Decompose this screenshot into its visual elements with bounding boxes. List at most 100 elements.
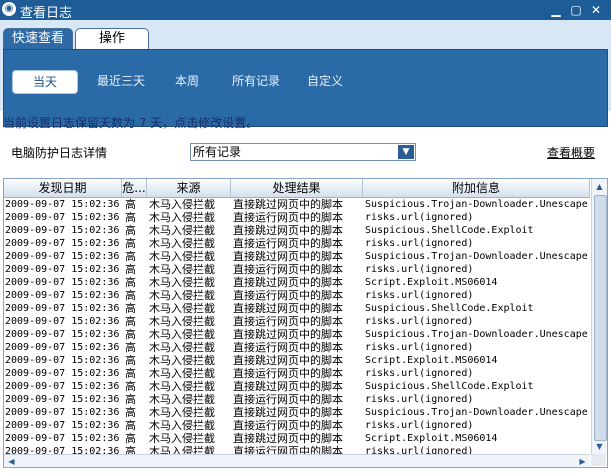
table-row[interactable]: 2009-09-07 15:02:36 高木马入侵拦截 直接运行网页中的脚本 risk… xyxy=(4,315,590,328)
cell-result: 直接跳过网页中的脚本 xyxy=(233,276,343,289)
cell-source: 木马入侵拦截 xyxy=(149,315,215,328)
table-row[interactable]: 2009-09-07 15:02:36 高木马入侵拦截 直接运行网页中的脚本 risk… xyxy=(4,289,590,302)
maximize-icon[interactable]: ▢ xyxy=(569,3,583,17)
filter-this-week[interactable]: 本周 xyxy=(164,70,210,92)
cell-result: 直接跳过网页中的脚本 xyxy=(233,250,343,263)
cell-result: 直接运行网页中的脚本 xyxy=(233,367,343,380)
table-row[interactable]: 2009-09-07 15:02:36 高木马入侵拦截 直接跳过网页中的脚本 Susp… xyxy=(4,380,590,393)
table-row[interactable]: 2009-09-07 15:02:36 高木马入侵拦截 直接跳过网页中的脚本 Susp… xyxy=(4,198,590,211)
cell-source: 木马入侵拦截 xyxy=(149,276,215,289)
scroll-right-icon[interactable]: ▶ xyxy=(576,455,589,467)
table-row[interactable]: 2009-09-07 15:02:36 高木马入侵拦截 直接运行网页中的脚本 risk… xyxy=(4,445,590,454)
table-row[interactable]: 2009-09-07 15:02:36 高木马入侵拦截 直接运行网页中的脚本 risk… xyxy=(4,341,590,354)
view-overview-link[interactable]: 查看概要 xyxy=(547,144,595,161)
scroll-corner xyxy=(591,454,606,466)
cell-source: 木马入侵拦截 xyxy=(149,328,215,341)
table-row[interactable]: 2009-09-07 15:02:36 高木马入侵拦截 直接运行网页中的脚本 risk… xyxy=(4,393,590,406)
cell-date: 2009-09-07 15:02:36 xyxy=(5,199,120,210)
cell-date: 2009-09-07 15:02:36 xyxy=(5,316,120,327)
cell-risk: 高 xyxy=(125,289,136,302)
cell-source: 木马入侵拦截 xyxy=(149,289,215,302)
cell-risk: 高 xyxy=(125,302,136,315)
cell-source: 木马入侵拦截 xyxy=(149,341,215,354)
table-body: 2009-09-07 15:02:36 高木马入侵拦截 直接跳过网页中的脚本 Susp… xyxy=(4,198,590,454)
cell-date: 2009-09-07 15:02:36 xyxy=(5,290,120,301)
table-row[interactable]: 2009-09-07 15:02:36 高木马入侵拦截 直接运行网页中的脚本 risk… xyxy=(4,211,590,224)
column-header-date[interactable]: 发现日期 xyxy=(4,179,122,197)
cell-risk: 高 xyxy=(125,224,136,237)
cell-info: Suspicious.Trojan-Downloader.Unescape. xyxy=(365,407,589,418)
minimize-icon[interactable]: ▁ xyxy=(549,3,563,17)
cell-risk: 高 xyxy=(125,315,136,328)
cell-risk: 高 xyxy=(125,406,136,419)
logo-icon: ◉ xyxy=(2,2,16,16)
table-row[interactable]: 2009-09-07 15:02:36 高木马入侵拦截 直接跳过网页中的脚本 Susp… xyxy=(4,224,590,237)
table-row[interactable]: 2009-09-07 15:02:36 高木马入侵拦截 直接跳过网页中的脚本 Scri… xyxy=(4,354,590,367)
table-row[interactable]: 2009-09-07 15:02:36 高木马入侵拦截 直接运行网页中的脚本 risk… xyxy=(4,419,590,432)
table-row[interactable]: 2009-09-07 15:02:36 高木马入侵拦截 直接跳过网页中的脚本 Susp… xyxy=(4,328,590,341)
cell-date: 2009-09-07 15:02:36 xyxy=(5,251,120,262)
cell-info: risks.url(ignored) xyxy=(365,420,474,431)
column-header-info[interactable]: 附加信息 xyxy=(363,179,590,197)
retention-notice[interactable]: 当前设置日志保留天数为 7 天，点击修改设置。 xyxy=(3,114,258,131)
chevron-down-icon[interactable]: ▼ xyxy=(398,145,414,159)
scroll-left-icon[interactable]: ◀ xyxy=(5,455,18,467)
cell-info: Suspicious.ShellCode.Exploit xyxy=(365,303,534,314)
cell-info: Suspicious.Trojan-Downloader.Unescape. xyxy=(365,199,589,210)
vertical-scrollbar[interactable]: ▲ ▼ xyxy=(591,179,607,454)
cell-date: 2009-09-07 15:02:36 xyxy=(5,303,120,314)
scroll-up-icon[interactable]: ▲ xyxy=(593,180,606,193)
table-row[interactable]: 2009-09-07 15:02:36 高木马入侵拦截 直接跳过网页中的脚本 Scri… xyxy=(4,432,590,445)
cell-info: Script.Exploit.MS06014 xyxy=(365,433,498,444)
column-header-risk[interactable]: 危... xyxy=(122,179,147,197)
table-row[interactable]: 2009-09-07 15:02:36 高木马入侵拦截 直接跳过网页中的脚本 Susp… xyxy=(4,250,590,263)
cell-result: 直接跳过网页中的脚本 xyxy=(233,198,343,211)
cell-result: 直接运行网页中的脚本 xyxy=(233,237,343,250)
column-header-source[interactable]: 来源 xyxy=(147,179,231,197)
title-bar: ◉ 查看日志 ▁ ▢ ✕ xyxy=(0,0,611,21)
select-value: 所有记录 xyxy=(193,145,242,159)
cell-risk: 高 xyxy=(125,445,136,454)
cell-info: Script.Exploit.MS06014 xyxy=(365,277,498,288)
cell-info: risks.url(ignored) xyxy=(365,264,474,275)
cell-date: 2009-09-07 15:02:36 xyxy=(5,342,120,353)
cell-risk: 高 xyxy=(125,198,136,211)
cell-date: 2009-09-07 15:02:36 xyxy=(5,394,120,405)
table-row[interactable]: 2009-09-07 15:02:36 高木马入侵拦截 直接跳过网页中的脚本 Susp… xyxy=(4,302,590,315)
table-row[interactable]: 2009-09-07 15:02:36 高木马入侵拦截 直接跳过网页中的脚本 Scri… xyxy=(4,276,590,289)
cell-result: 直接运行网页中的脚本 xyxy=(233,211,343,224)
scroll-down-icon[interactable]: ▼ xyxy=(593,440,606,453)
cell-risk: 高 xyxy=(125,276,136,289)
filter-last-three-days[interactable]: 最近三天 xyxy=(86,70,156,92)
close-icon[interactable]: ✕ xyxy=(589,3,603,17)
cell-source: 木马入侵拦截 xyxy=(149,263,215,276)
cell-date: 2009-09-07 15:02:36 xyxy=(5,433,120,444)
table-row[interactable]: 2009-09-07 15:02:36 高木马入侵拦截 直接跳过网页中的脚本 Susp… xyxy=(4,406,590,419)
record-filter-select[interactable]: 所有记录 ▼ xyxy=(190,143,416,161)
filter-all-records[interactable]: 所有记录 xyxy=(224,70,288,92)
table-row[interactable]: 2009-09-07 15:02:36 高木马入侵拦截 直接运行网页中的脚本 risk… xyxy=(4,237,590,250)
table-row[interactable]: 2009-09-07 15:02:36 高木马入侵拦截 直接运行网页中的脚本 risk… xyxy=(4,367,590,380)
cell-info: risks.url(ignored) xyxy=(365,316,474,327)
filter-today[interactable]: 当天 xyxy=(12,70,78,94)
cell-source: 木马入侵拦截 xyxy=(149,432,215,445)
horizontal-scrollbar[interactable]: ◀ ▶ xyxy=(4,454,590,467)
scroll-thumb[interactable] xyxy=(594,195,607,441)
tab-quick-view[interactable]: 快速查看 xyxy=(3,28,73,50)
cell-info: Suspicious.Trojan-Downloader.Unescape. xyxy=(365,251,589,262)
tab-operation[interactable]: 操作 xyxy=(75,28,149,50)
table-row[interactable]: 2009-09-07 15:02:36 高木马入侵拦截 直接运行网页中的脚本 risk… xyxy=(4,263,590,276)
cell-source: 木马入侵拦截 xyxy=(149,237,215,250)
cell-result: 直接运行网页中的脚本 xyxy=(233,289,343,302)
table-header: 发现日期 危... 来源 处理结果 附加信息 xyxy=(4,179,590,198)
cell-risk: 高 xyxy=(125,341,136,354)
filter-custom[interactable]: 自定义 xyxy=(300,70,350,92)
cell-date: 2009-09-07 15:02:36 xyxy=(5,446,120,454)
cell-info: risks.url(ignored) xyxy=(365,394,474,405)
column-header-result[interactable]: 处理结果 xyxy=(231,179,363,197)
cell-source: 木马入侵拦截 xyxy=(149,250,215,263)
cell-result: 直接运行网页中的脚本 xyxy=(233,393,343,406)
cell-risk: 高 xyxy=(125,328,136,341)
cell-info: Suspicious.ShellCode.Exploit xyxy=(365,381,534,392)
detail-label: 电脑防护日志详情 xyxy=(11,146,108,160)
